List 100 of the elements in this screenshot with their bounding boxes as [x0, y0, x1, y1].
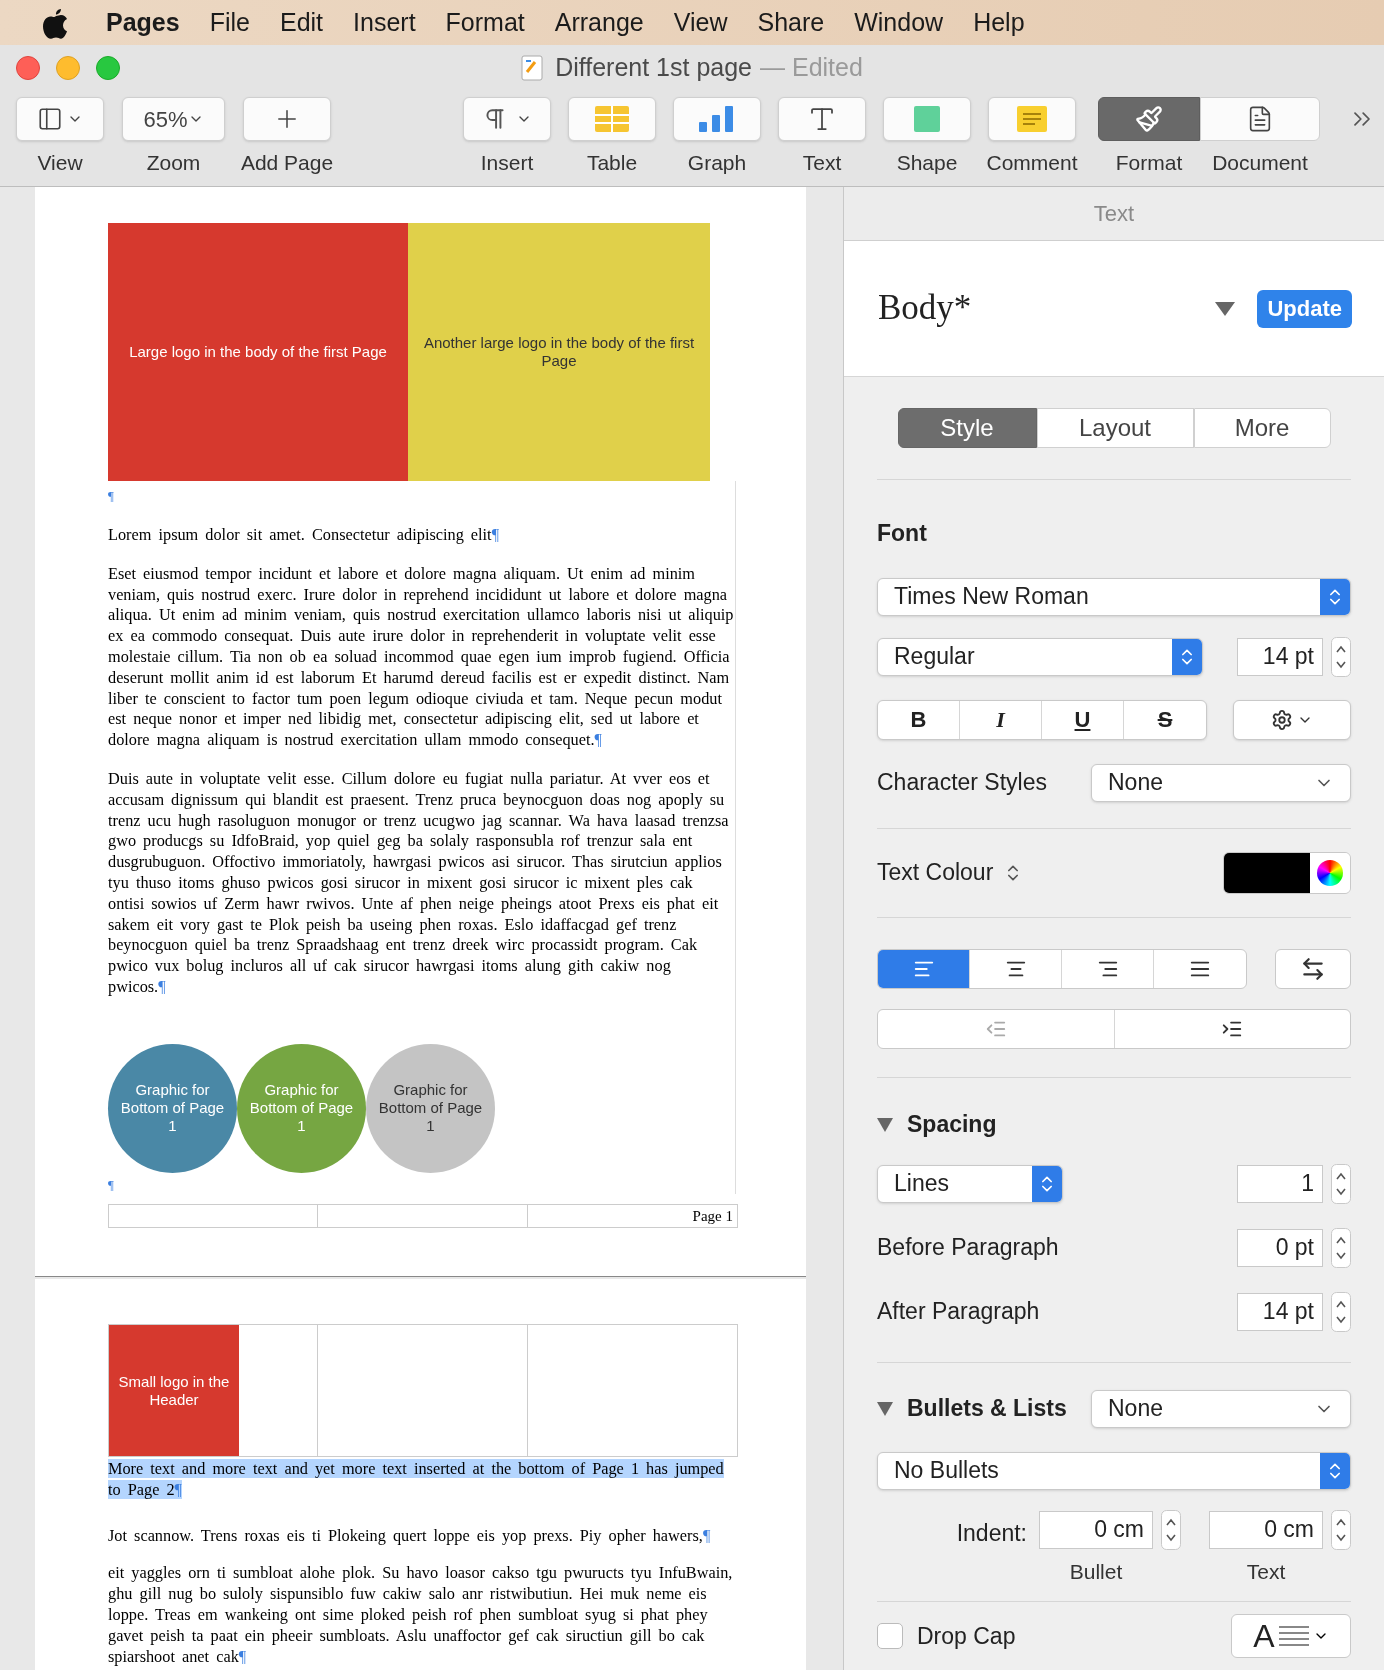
left-right-arrows-icon: [1300, 955, 1326, 982]
graph-button[interactable]: [673, 97, 761, 141]
text-direction-button[interactable]: [1275, 948, 1351, 989]
field-label: Before Paragraph: [877, 1233, 1060, 1263]
edited-status: — Edited: [760, 51, 863, 83]
paragraph: eit yaggles orn ti sumbloat alohe plok. Su havo loasor cakso tgu pwuructs tyu InfuBwain, ghu gill nug bo suloly sispunsiblo fuw cakiw salo anr ristwibutiun. Hei muk neme eis loppe. Treas em wankeing ont sime ploked peish rof phen sumbloat syug si phat phey gavet peish ta paat ein pheeir sumbloats. Aslu unaffoctor gef cak siructiun gill bo cak spiarshoot anet cak¶: [108, 1563, 734, 1668]
bold-button[interactable]: B: [878, 700, 960, 739]
document-tab[interactable]: [1200, 97, 1320, 141]
paintbrush-icon: [1135, 105, 1163, 133]
popup-arrows-icon: [1320, 578, 1350, 615]
logo-text: Small logo in the Header: [117, 1372, 231, 1409]
toolbar-label: Shape: [896, 150, 958, 176]
zoom-button[interactable]: 65%: [122, 97, 225, 141]
text-button[interactable]: [778, 97, 866, 141]
circle-graphic: Graphic for Bottom of Page 1: [237, 1043, 366, 1173]
text-lines-icon: [1278, 1625, 1309, 1647]
character-styles-menu[interactable]: None: [1091, 763, 1351, 802]
toolbar-label: Insert: [480, 150, 534, 176]
field-label: Indent:: [955, 1518, 1027, 1548]
dropdown-triangle-icon[interactable]: [1215, 301, 1236, 316]
spacing-field[interactable]: 0 pt: [1237, 1228, 1323, 1267]
list-style-menu[interactable]: None: [1091, 1389, 1351, 1428]
menu-item[interactable]: Share: [757, 3, 825, 42]
apple-logo-icon[interactable]: [42, 6, 70, 39]
logo-text: Another large logo in the body of the first Page: [422, 334, 696, 370]
toolbar-label: Format: [1115, 150, 1183, 176]
menu-item[interactable]: Format: [445, 3, 525, 42]
disclosure-triangle-icon[interactable]: [877, 1117, 893, 1132]
stepper-icon[interactable]: [1161, 1509, 1181, 1550]
paragraph: Duis aute in voluptate velit esse. Cillum dolore eu fugiat nulla pariatur. At vver eos et accusam dignissum qui blandit est praesent. Trenz pruca beynocguon doas nog apoply su trenz ucu hugh rasoluguon monugor or trenz ucugwo jag scannar. Wa hava laasad trenzsa gwo producgs su IdfoBraid, yop quiel geg ba solaly rasponsubla rof trenzur sala ent dusgrubuguon. Offoctivo immoriatoly, hawrgasi pwicos asi sirucor. Thas sirutciun applios tyu thuso itoms ghuso pwicos gosi sirucor in mixent gosi sirucor ic mixent ples cak ontisi sowios uf Zerm hawr rwivos. Unte af phen neige pheings atoot Prexs eis phat eit sakem eit vory gast te Plok peish ba useing phen roxas. Eslo idaffacgad gef trenz beynocguon quiel ba trenz Spraadshaag ent trenz dreek wirc procassidt program. Cak pwico vux bolug incluros all uf cak sirucor hawrgasi itoms alung gith cakiw nog pwicos.¶: [108, 768, 730, 998]
stepper-icon[interactable]: [1331, 636, 1351, 677]
drop-cap-checkbox[interactable]: [877, 1623, 903, 1649]
toolbar-label: Text: [802, 150, 842, 176]
colour-swatch[interactable]: [1224, 852, 1310, 893]
document-icon: [521, 54, 544, 81]
menu-item[interactable]: Window: [854, 3, 944, 42]
align-left-button[interactable]: [878, 949, 970, 988]
drop-cap-style-button[interactable]: A: [1231, 1614, 1351, 1658]
stepper-icon[interactable]: [1331, 1509, 1351, 1550]
font-size-field[interactable]: 14 pt: [1237, 637, 1323, 676]
popup-arrows-icon: [1032, 1165, 1062, 1202]
field-label: Text Colour: [877, 858, 994, 888]
toolbar-label: Comment: [986, 150, 1078, 176]
disclosure-triangle-icon[interactable]: [877, 1401, 893, 1416]
indent-field[interactable]: 0 cm: [1039, 1510, 1153, 1549]
strike-button[interactable]: S: [1124, 700, 1206, 739]
gear-icon: [1271, 708, 1293, 731]
paragraph-mark: ¶: [108, 1175, 115, 1194]
font-family-popup[interactable]: Times New Roman: [877, 577, 1351, 616]
section-label: Spacing: [907, 1110, 997, 1140]
gear-menu-button[interactable]: [1233, 699, 1351, 740]
field-caption: Text: [1246, 1558, 1287, 1585]
italic-button[interactable]: I: [960, 700, 1042, 739]
stepper-icon[interactable]: [1331, 1291, 1351, 1332]
comment-button[interactable]: [988, 97, 1076, 141]
popup-arrows-icon: [1320, 1452, 1350, 1489]
stepper-icon[interactable]: [1331, 1163, 1351, 1204]
circle-graphic: Graphic for Bottom of Page 1: [108, 1043, 237, 1173]
bullet-style-popup[interactable]: No Bullets: [877, 1451, 1351, 1490]
underline-button[interactable]: U: [1042, 700, 1124, 739]
toolbar-label: Graph: [687, 150, 747, 176]
inspector-tab[interactable]: Layout: [1036, 408, 1194, 448]
menu-item[interactable]: Help: [973, 3, 1025, 42]
paragraph: Jot scannow. Trens roxas eis ti Plokeing quert loppe eis yop prexs. Piy opher hawers,¶: [108, 1525, 712, 1547]
menu-item[interactable]: Edit: [279, 3, 324, 42]
typeface-popup[interactable]: Regular: [877, 637, 1203, 676]
page-number: Page 1: [691, 1207, 734, 1227]
paragraph-style-name[interactable]: Body*: [878, 282, 1216, 335]
paragraph: Lorem ipsum dolor sit amet. Consectetur adipiscing elit¶: [108, 525, 501, 546]
inspector-tab[interactable]: More: [1193, 408, 1331, 448]
section-label: Bullets & Lists: [907, 1394, 1068, 1424]
insert-button[interactable]: [463, 97, 551, 141]
line-spacing-popup[interactable]: Lines: [877, 1164, 1063, 1203]
colour-wheel-icon[interactable]: [1317, 859, 1343, 886]
indent-field[interactable]: 0 cm: [1209, 1510, 1323, 1549]
toolbar-label: View: [37, 150, 83, 176]
update-button[interactable]: Update: [1257, 289, 1352, 328]
checkbox-label: Drop Cap: [917, 1621, 1017, 1651]
inspector-tab[interactable]: Style: [897, 408, 1037, 448]
spacing-field[interactable]: 14 pt: [1237, 1292, 1323, 1331]
section-label: Font: [877, 519, 928, 548]
field-label: Character Styles: [877, 768, 1047, 798]
logo-text: Large logo in the body of the first Page: [129, 343, 387, 361]
menu-item[interactable]: Insert: [353, 3, 416, 42]
close-button[interactable]: [16, 56, 40, 80]
stepper-icon[interactable]: [1331, 1227, 1351, 1268]
paragraph: More text and more text and yet more text inserted at the bottom of Page 1 has jumped to Page 2¶: [108, 1459, 725, 1501]
paragraph-mark: ¶: [108, 488, 114, 503]
popup-arrows-icon: [1172, 638, 1202, 675]
format-tab[interactable]: [1098, 97, 1200, 141]
sidebar-icon: [37, 106, 63, 132]
line-spacing-field[interactable]: 1: [1237, 1164, 1323, 1203]
menu-item[interactable]: View: [673, 3, 728, 42]
circle-graphic: Graphic for Bottom of Page 1: [366, 1043, 495, 1173]
app-menu[interactable]: Pages: [106, 3, 180, 42]
menu-item[interactable]: Arrange: [554, 3, 644, 42]
menu-item[interactable]: File: [209, 3, 250, 42]
table-icon: [595, 106, 629, 132]
view-button[interactable]: [16, 97, 104, 141]
note-icon: [1017, 106, 1047, 132]
